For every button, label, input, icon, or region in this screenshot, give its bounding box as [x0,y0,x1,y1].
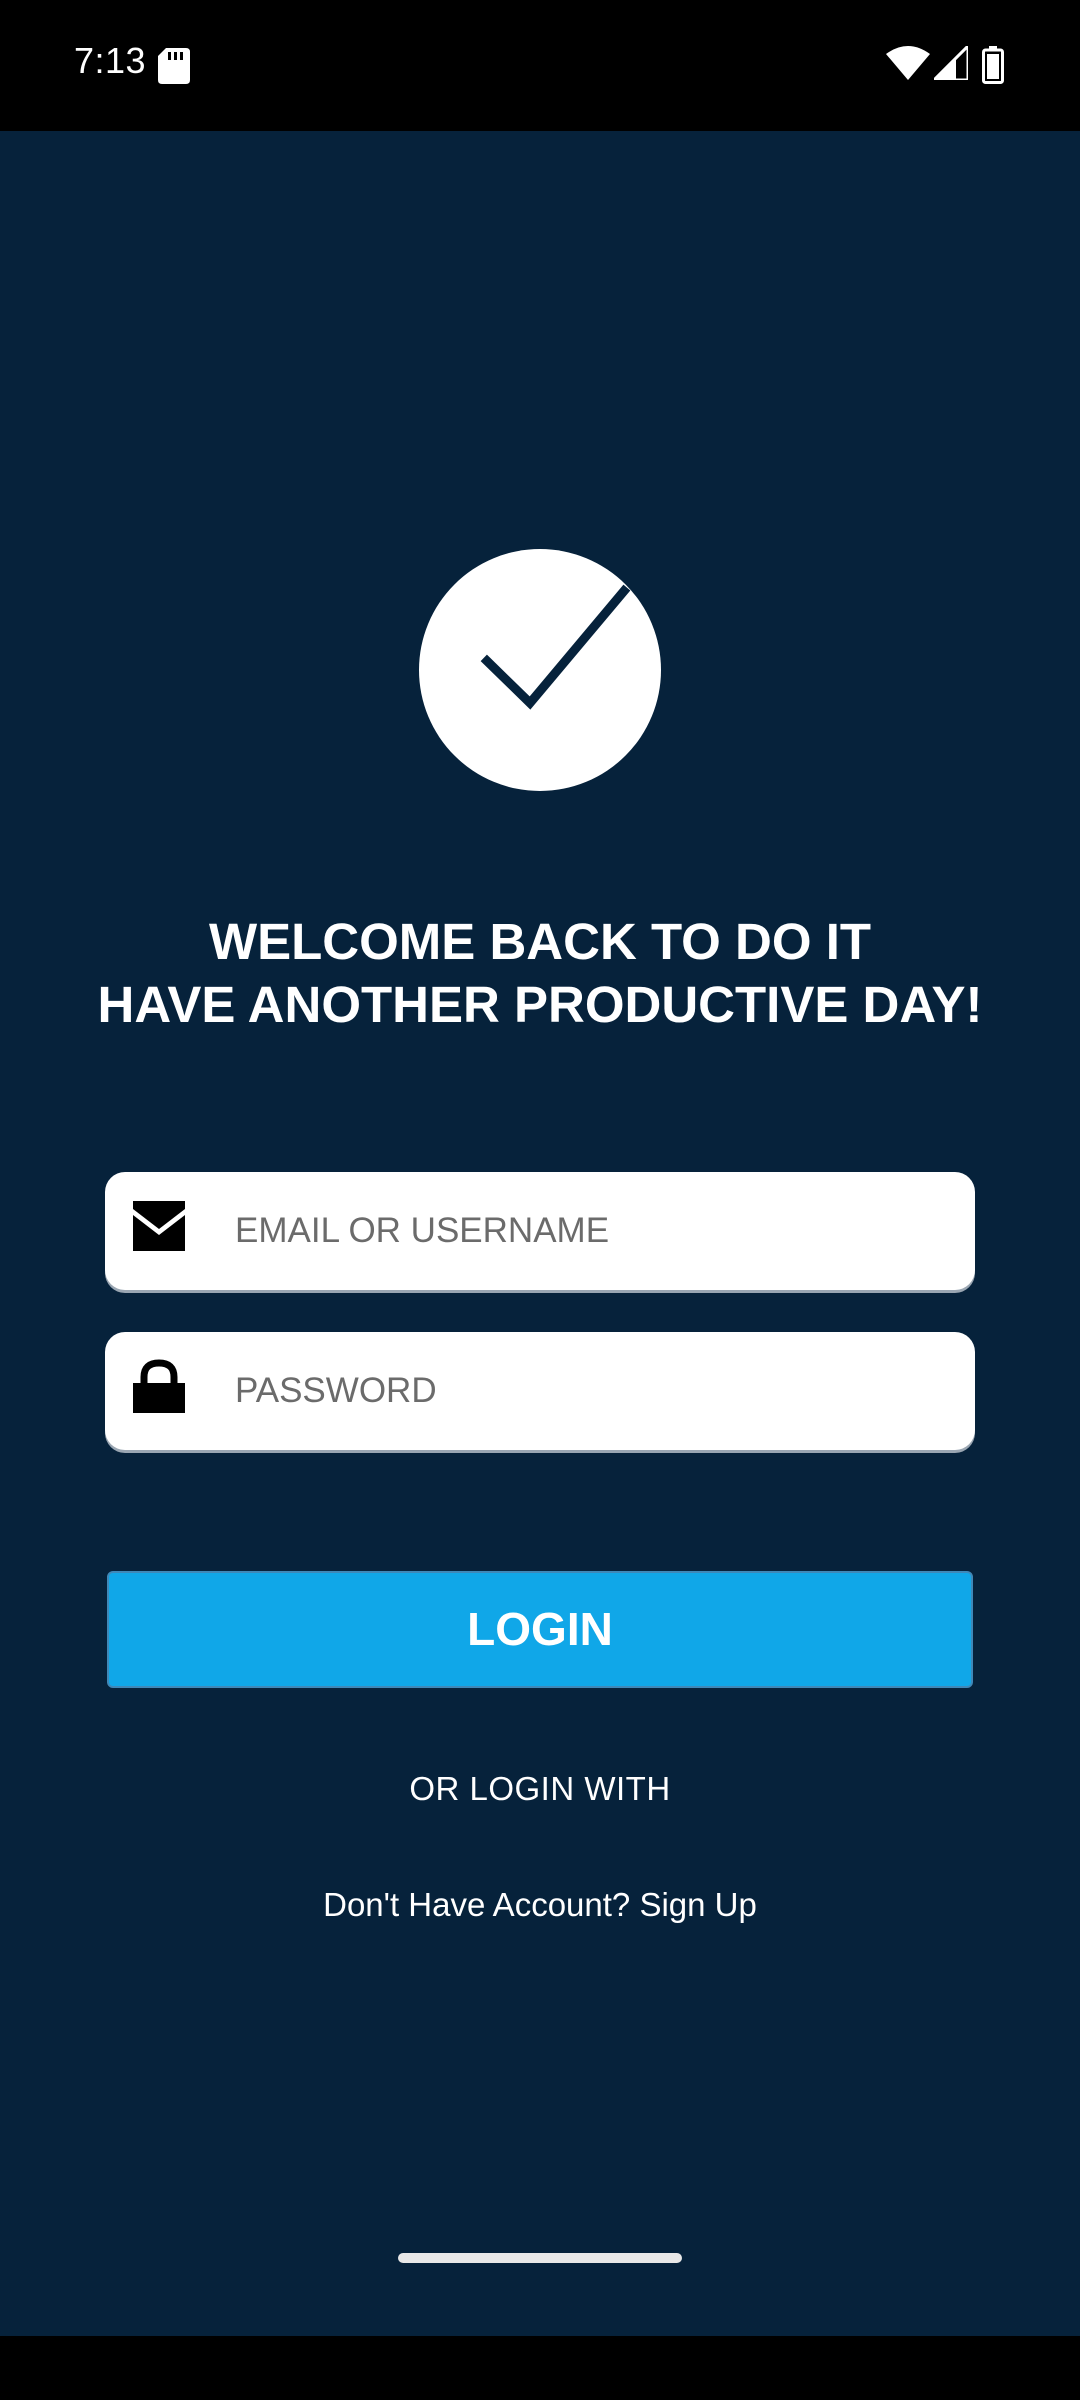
status-bar: 7:13 [0,0,1080,131]
email-input[interactable] [235,1172,955,1290]
email-field[interactable] [105,1172,975,1290]
navigation-bar [0,2336,1080,2400]
welcome-line-2: HAVE ANOTHER PRODUCTIVE DAY! [97,976,983,1033]
sd-card-icon [158,48,190,84]
battery-icon [982,46,1004,84]
signal-icon [934,46,968,80]
login-button[interactable]: LOGIN [107,1571,973,1688]
password-field[interactable] [105,1332,975,1450]
envelope-icon [133,1201,185,1251]
welcome-heading: WELCOME BACK TO DO IT HAVE ANOTHER PRODU… [0,910,1080,1036]
sign-up-link[interactable]: Don't Have Account? Sign Up [0,1886,1080,1924]
wifi-icon [886,46,930,80]
login-screen: 7:13 WELCOME BACK TO DO IT HAVE ANOTHER … [0,0,1080,2400]
status-time: 7:13 [74,40,147,81]
welcome-line-1: WELCOME BACK TO DO IT [208,913,872,970]
lock-icon [133,1359,185,1413]
password-input[interactable] [235,1332,955,1450]
checkmark-circle-icon [419,549,661,791]
or-login-with-label: OR LOGIN WITH [409,1770,671,1807]
home-indicator[interactable] [398,2253,682,2263]
